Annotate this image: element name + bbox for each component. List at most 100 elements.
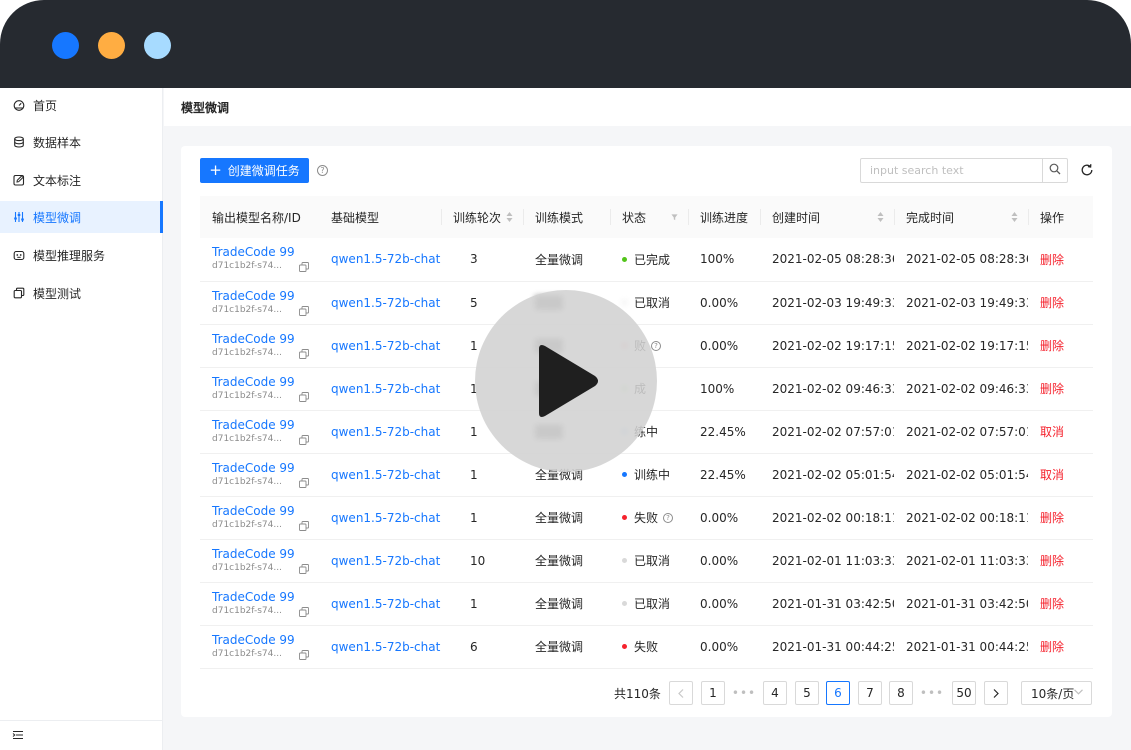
window-dot-orange[interactable] <box>98 32 125 59</box>
finished-time: 2021-01-31 00:44:25 <box>906 639 1028 654</box>
output-model-link[interactable]: TradeCode 99 <box>212 633 319 648</box>
sidebar-item-text-annotation[interactable]: 文本标注 <box>0 164 163 196</box>
chevron-right-icon <box>993 688 999 698</box>
play-icon <box>539 345 598 417</box>
row-action-link[interactable]: 删除 <box>1040 511 1064 525</box>
copy-icon[interactable] <box>299 305 309 316</box>
mode-value: 全量微调 <box>535 252 584 267</box>
filter-icon[interactable] <box>671 211 678 223</box>
status-text: 失败 <box>634 640 659 654</box>
status-text: 已取消 <box>634 597 671 611</box>
sidebar-item-data-samples[interactable]: 数据样本 <box>0 126 163 158</box>
sidebar-item-model-test[interactable]: 模型测试 <box>0 277 163 309</box>
output-model-link[interactable]: TradeCode 99 <box>212 289 319 304</box>
cell-progress: 0.00% <box>688 582 760 626</box>
help-icon[interactable]: ? <box>663 512 674 523</box>
row-action-link[interactable]: 删除 <box>1040 382 1064 396</box>
chevron-left-icon <box>678 688 684 698</box>
cell-finished: 2021-01-31 03:42:50 <box>894 582 1028 626</box>
sidebar-item-label: 模型推理服务 <box>33 248 106 263</box>
pagination-page[interactable]: 7 <box>858 681 882 705</box>
base-model-link[interactable]: qwen1.5-72b-chat <box>331 597 440 611</box>
cell-progress: 0.00% <box>688 539 760 583</box>
sort-icon[interactable] <box>506 211 513 223</box>
page-size-select[interactable]: 10条/页 <box>1021 681 1092 705</box>
pagination-page[interactable]: 1 <box>701 681 725 705</box>
row-action-link[interactable]: 删除 <box>1040 253 1064 267</box>
base-model-link[interactable]: qwen1.5-72b-chat <box>331 425 440 439</box>
row-action-link[interactable]: 删除 <box>1040 597 1064 611</box>
column-header-status[interactable]: 状态 <box>610 196 688 238</box>
copy-icon[interactable] <box>299 434 309 445</box>
pagination-prev-button[interactable] <box>669 681 693 705</box>
row-action-link[interactable]: 取消 <box>1040 425 1064 439</box>
output-model-link[interactable]: TradeCode 99 <box>212 590 319 605</box>
copy-icon[interactable] <box>299 348 309 359</box>
base-model-link[interactable]: qwen1.5-72b-chat <box>331 468 440 482</box>
base-model-link[interactable]: qwen1.5-72b-chat <box>331 640 440 654</box>
table-row: TradeCode 99 d71c1b2f-s74... qwen1.5-72b-c… <box>200 496 1093 540</box>
output-model-link[interactable]: TradeCode 99 <box>212 461 319 476</box>
column-header-created[interactable]: 创建时间 <box>760 196 894 238</box>
table-row: TradeCode 99 d71c1b2f-s74... qwen1.5-72b-c… <box>200 539 1093 583</box>
pagination-page[interactable]: 4 <box>763 681 787 705</box>
output-model-link[interactable]: TradeCode 99 <box>212 504 319 519</box>
row-action-link[interactable]: 删除 <box>1040 296 1064 310</box>
base-model-link[interactable]: qwen1.5-72b-chat <box>331 554 440 568</box>
search-input[interactable] <box>861 159 1042 182</box>
column-header-epochs[interactable]: 训练轮次 <box>441 196 523 238</box>
base-model-link[interactable]: qwen1.5-72b-chat <box>331 296 440 310</box>
copy-icon[interactable] <box>299 477 309 488</box>
help-icon[interactable]: ? <box>317 165 328 176</box>
window-dot-blue[interactable] <box>52 32 79 59</box>
copy-icon[interactable] <box>299 391 309 402</box>
finished-time: 2021-02-02 05:01:54 <box>906 467 1028 482</box>
output-model-link[interactable]: TradeCode 99 <box>212 418 319 433</box>
pagination-page-current[interactable]: 6 <box>826 681 850 705</box>
cell-created: 2021-01-31 00:44:25 <box>760 625 894 669</box>
output-model-link[interactable]: TradeCode 99 <box>212 245 319 260</box>
row-action-link[interactable]: 删除 <box>1040 339 1064 353</box>
pagination-next-button[interactable] <box>984 681 1008 705</box>
video-play-button[interactable] <box>475 290 657 472</box>
column-header-finished[interactable]: 完成时间 <box>894 196 1028 238</box>
base-model-link[interactable]: qwen1.5-72b-chat <box>331 382 440 396</box>
search-button[interactable] <box>1042 159 1067 182</box>
pagination-page[interactable]: 5 <box>795 681 819 705</box>
window-dot-light-blue[interactable] <box>144 32 171 59</box>
help-icon[interactable]: ? <box>651 340 662 351</box>
progress-value: 100% <box>700 252 735 267</box>
pagination-ellipsis[interactable]: ••• <box>732 681 756 705</box>
pagination-page[interactable]: 8 <box>889 681 913 705</box>
sidebar-collapse-button[interactable] <box>0 720 163 750</box>
output-model-link[interactable]: TradeCode 99 <box>212 375 319 390</box>
copy-icon[interactable] <box>299 563 309 574</box>
row-action-link[interactable]: 删除 <box>1040 640 1064 654</box>
copy-icon[interactable] <box>299 649 309 660</box>
copy-icon[interactable] <box>299 520 309 531</box>
pagination-page[interactable]: 50 <box>952 681 976 705</box>
sort-icon[interactable] <box>877 211 884 223</box>
copy-icon[interactable] <box>299 606 309 617</box>
pagination-ellipsis[interactable]: ••• <box>920 681 944 705</box>
column-header-name: 输出模型名称/ID <box>200 196 319 238</box>
cell-progress: 100% <box>688 238 760 282</box>
base-model-link[interactable]: qwen1.5-72b-chat <box>331 252 440 266</box>
sidebar-item-model-finetune[interactable]: 模型微调 <box>0 201 163 233</box>
copy-icon[interactable] <box>299 262 309 272</box>
base-model-link[interactable]: qwen1.5-72b-chat <box>331 511 440 525</box>
sidebar-item-inference-service[interactable]: 模型推理服务 <box>0 239 163 271</box>
cell-output-model: TradeCode 99 d71c1b2f-s74... <box>200 281 319 325</box>
epochs-value: 1 <box>470 467 478 482</box>
create-finetune-task-button[interactable]: + 创建微调任务 <box>200 158 309 183</box>
sort-icon[interactable] <box>1011 211 1018 223</box>
sidebar-item-home[interactable]: 首页 <box>0 89 163 121</box>
base-model-link[interactable]: qwen1.5-72b-chat <box>331 339 440 353</box>
row-action-link[interactable]: 取消 <box>1040 468 1064 482</box>
row-action-link[interactable]: 删除 <box>1040 554 1064 568</box>
output-model-link[interactable]: TradeCode 99 <box>212 332 319 347</box>
cell-progress: 22.45% <box>688 453 760 497</box>
output-model-link[interactable]: TradeCode 99 <box>212 547 319 562</box>
cell-output-model: TradeCode 99 d71c1b2f-s74... <box>200 539 319 583</box>
refresh-icon[interactable] <box>1079 162 1095 178</box>
